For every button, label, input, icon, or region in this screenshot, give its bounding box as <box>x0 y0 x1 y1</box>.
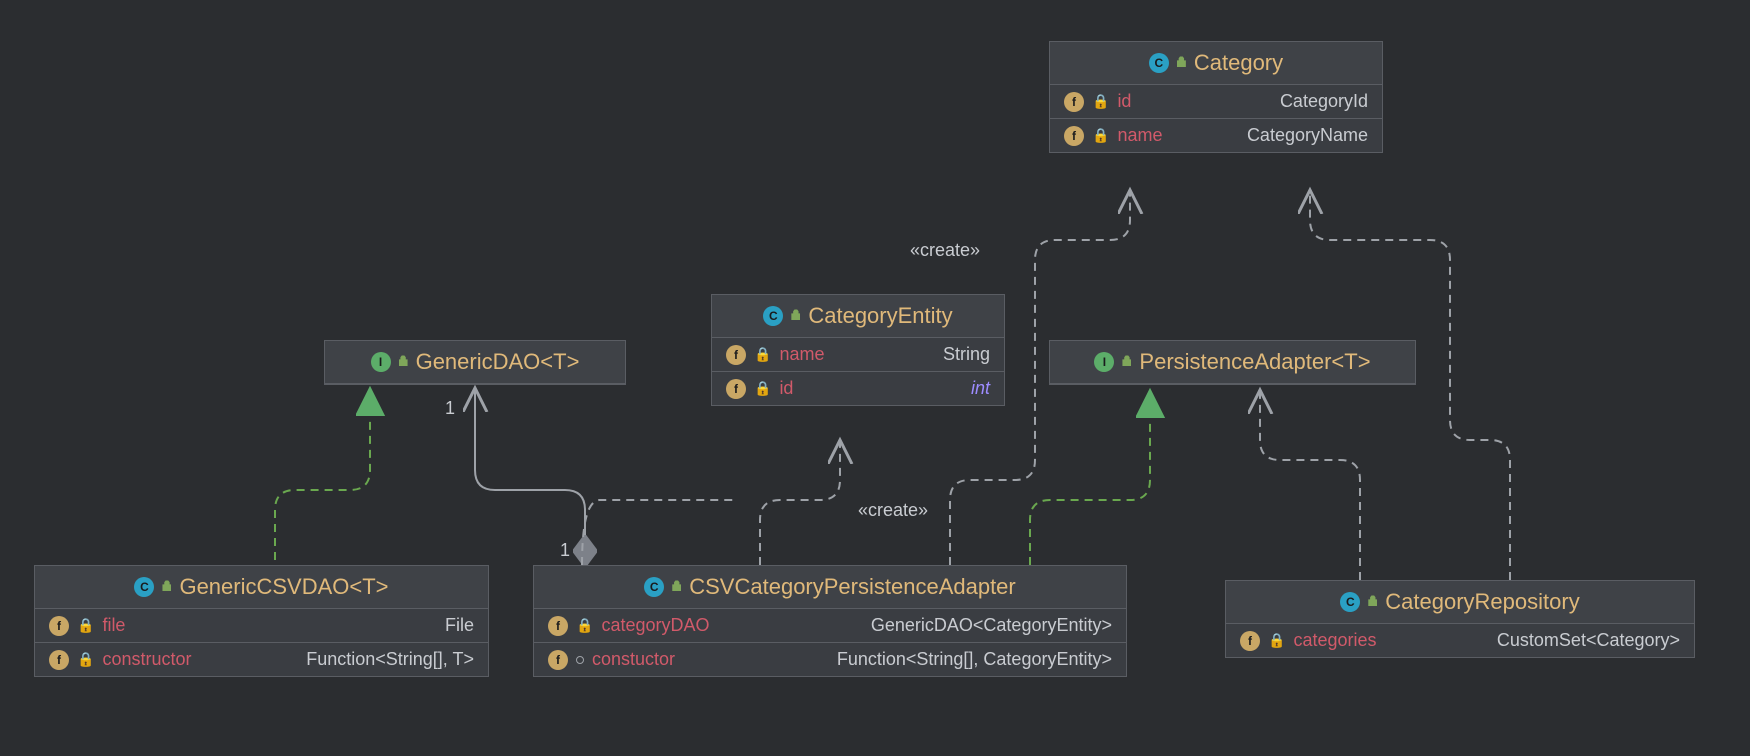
field-icon: f <box>49 650 69 670</box>
interface-persistenceadapter[interactable]: I PersistenceAdapter<T> <box>1049 340 1416 385</box>
class-header: C CSVCategoryPersistenceAdapter <box>534 566 1126 609</box>
field-row: f 🔒 categoryDAO GenericDAO<CategoryEntit… <box>534 609 1126 643</box>
class-categoryentity[interactable]: C CategoryEntity f 🔒 name String f 🔒 id … <box>711 294 1005 406</box>
field-name: constuctor <box>592 649 675 670</box>
field-type: Function<String[], CategoryEntity> <box>837 649 1112 670</box>
class-header: C Category <box>1050 42 1382 85</box>
interface-icon: I <box>1094 352 1114 372</box>
visibility-icon <box>791 307 800 325</box>
field-name: name <box>779 344 824 365</box>
field-row: f 🔒 name CategoryName <box>1050 119 1382 152</box>
class-csvcategorypersistenceadapter[interactable]: C CSVCategoryPersistenceAdapter f 🔒 cate… <box>533 565 1127 677</box>
field-row: f 🔒 id CategoryId <box>1050 85 1382 119</box>
class-header: C CategoryEntity <box>712 295 1004 338</box>
field-row: f 🔒 constructor Function<String[], T> <box>35 643 488 676</box>
field-type: GenericDAO<CategoryEntity> <box>871 615 1112 636</box>
field-type: Function<String[], T> <box>306 649 474 670</box>
field-icon: f <box>548 616 568 636</box>
class-title: CategoryRepository <box>1385 589 1579 615</box>
private-icon: 🔒 <box>754 380 771 397</box>
field-type: File <box>445 615 474 636</box>
field-name: name <box>1117 125 1162 146</box>
visibility-icon <box>1122 353 1131 371</box>
class-title: PersistenceAdapter<T> <box>1139 349 1370 375</box>
field-name: categories <box>1293 630 1376 651</box>
multiplicity-label: 1 <box>560 540 570 561</box>
interface-genericdao[interactable]: I GenericDAO<T> <box>324 340 626 385</box>
field-icon: f <box>548 650 568 670</box>
field-name: constructor <box>102 649 191 670</box>
field-type: CategoryId <box>1280 91 1368 112</box>
field-name: categoryDAO <box>601 615 709 636</box>
field-row: f 🔒 categories CustomSet<Category> <box>1226 624 1694 657</box>
class-icon: C <box>763 306 783 326</box>
class-categoryrepository[interactable]: C CategoryRepository f 🔒 categories Cust… <box>1225 580 1695 658</box>
visibility-icon <box>399 353 408 371</box>
package-icon <box>576 656 584 664</box>
class-header: C GenericCSVDAO<T> <box>35 566 488 609</box>
field-type: CategoryName <box>1247 125 1368 146</box>
class-genericcsvdao[interactable]: C GenericCSVDAO<T> f 🔒 file File f 🔒 con… <box>34 565 489 677</box>
class-title: Category <box>1194 50 1283 76</box>
create-label: «create» <box>910 240 980 261</box>
class-header: C CategoryRepository <box>1226 581 1694 624</box>
field-row: f 🔒 name String <box>712 338 1004 372</box>
private-icon: 🔒 <box>77 651 94 668</box>
class-title: CSVCategoryPersistenceAdapter <box>689 574 1016 600</box>
class-title: GenericDAO<T> <box>416 349 580 375</box>
class-category[interactable]: C Category f 🔒 id CategoryId f 🔒 name Ca… <box>1049 41 1383 153</box>
visibility-icon <box>162 578 171 596</box>
class-title: CategoryEntity <box>808 303 952 329</box>
class-icon: C <box>1340 592 1360 612</box>
private-icon: 🔒 <box>1092 93 1109 110</box>
class-icon: C <box>644 577 664 597</box>
class-icon: C <box>134 577 154 597</box>
private-icon: 🔒 <box>77 617 94 634</box>
field-type: CustomSet<Category> <box>1497 630 1680 651</box>
field-icon: f <box>726 379 746 399</box>
field-name: file <box>102 615 125 636</box>
class-header: I GenericDAO<T> <box>325 341 625 384</box>
field-row: f 🔒 id int <box>712 372 1004 405</box>
field-name: id <box>779 378 793 399</box>
field-icon: f <box>1064 92 1084 112</box>
field-row: f constuctor Function<String[], Category… <box>534 643 1126 676</box>
field-row: f 🔒 file File <box>35 609 488 643</box>
private-icon: 🔒 <box>576 617 593 634</box>
field-type: int <box>971 378 990 399</box>
field-type: String <box>943 344 990 365</box>
interface-icon: I <box>371 352 391 372</box>
create-label: «create» <box>858 500 928 521</box>
private-icon: 🔒 <box>1268 632 1285 649</box>
visibility-icon <box>672 578 681 596</box>
field-icon: f <box>726 345 746 365</box>
visibility-icon <box>1368 593 1377 611</box>
field-icon: f <box>49 616 69 636</box>
private-icon: 🔒 <box>1092 127 1109 144</box>
class-icon: C <box>1149 53 1169 73</box>
field-icon: f <box>1064 126 1084 146</box>
private-icon: 🔒 <box>754 346 771 363</box>
class-header: I PersistenceAdapter<T> <box>1050 341 1415 384</box>
class-title: GenericCSVDAO<T> <box>179 574 388 600</box>
field-name: id <box>1117 91 1131 112</box>
visibility-icon <box>1177 54 1186 72</box>
multiplicity-label: 1 <box>445 398 455 419</box>
field-icon: f <box>1240 631 1260 651</box>
